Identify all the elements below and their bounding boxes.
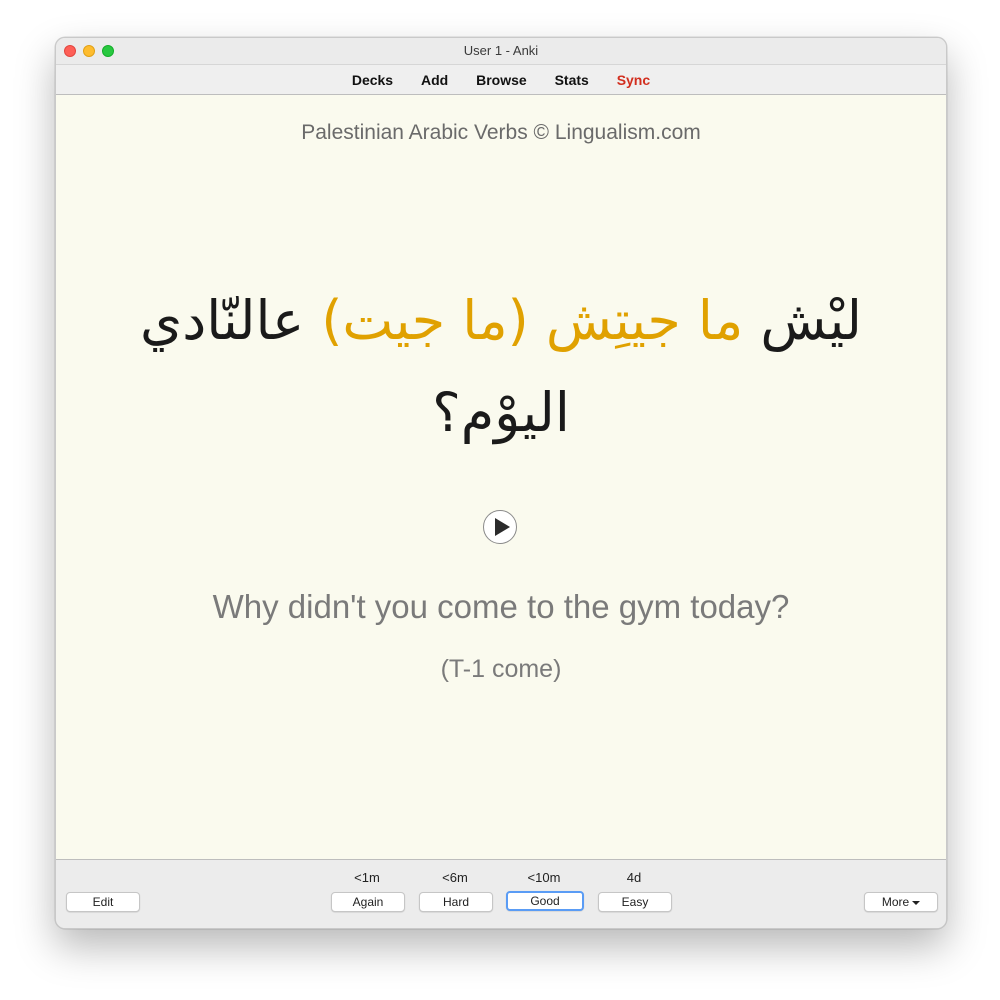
english-translation: Why didn't you come to the gym today?: [212, 588, 790, 625]
anki-window: User 1 - Anki Decks Add Browse Stats Syn…: [55, 37, 947, 929]
interval-easy: 4d: [626, 870, 642, 885]
nav-decks[interactable]: Decks: [352, 65, 393, 95]
title-bar: User 1 - Anki: [56, 38, 946, 65]
interval-again: <1m: [354, 870, 380, 885]
chevron-down-icon: [912, 900, 921, 905]
deck-title: Palestinian Arabic Verbs © Lingualism.co…: [301, 121, 701, 144]
interval-good: <10m: [527, 870, 561, 885]
main-toolbar: Decks Add Browse Stats Sync: [56, 65, 946, 95]
play-audio-button[interactable]: [483, 510, 517, 544]
hard-button[interactable]: Hard: [419, 892, 493, 912]
again-button[interactable]: Again: [331, 892, 405, 912]
more-button[interactable]: More: [864, 892, 938, 912]
good-button[interactable]: Good: [506, 891, 584, 911]
verb-note: (T-1 come): [440, 655, 562, 683]
card-view: Palestinian Arabic Verbs © Lingualism.co…: [56, 95, 946, 860]
easy-button[interactable]: Easy: [598, 892, 672, 912]
more-button-label: More: [881, 895, 910, 909]
arabic-sentence: ليْش ما جيتِش (ما جيت) عالنّادي اليوْم؟: [116, 275, 886, 459]
window-title: User 1 - Anki: [463, 43, 539, 58]
nav-browse[interactable]: Browse: [476, 65, 527, 95]
answer-bar: Edit <1m Again <6m Hard <10m Good 4d Eas…: [56, 860, 946, 928]
arabic-text-start: ليْش: [743, 289, 863, 352]
interval-hard: <6m: [442, 870, 468, 885]
nav-stats[interactable]: Stats: [555, 65, 589, 95]
nav-sync[interactable]: Sync: [617, 65, 650, 95]
nav-add[interactable]: Add: [421, 65, 448, 95]
play-icon: [495, 518, 510, 536]
arabic-highlighted-verb: ما جيتِش (ما جيت): [321, 289, 744, 352]
edit-button[interactable]: Edit: [66, 892, 140, 912]
